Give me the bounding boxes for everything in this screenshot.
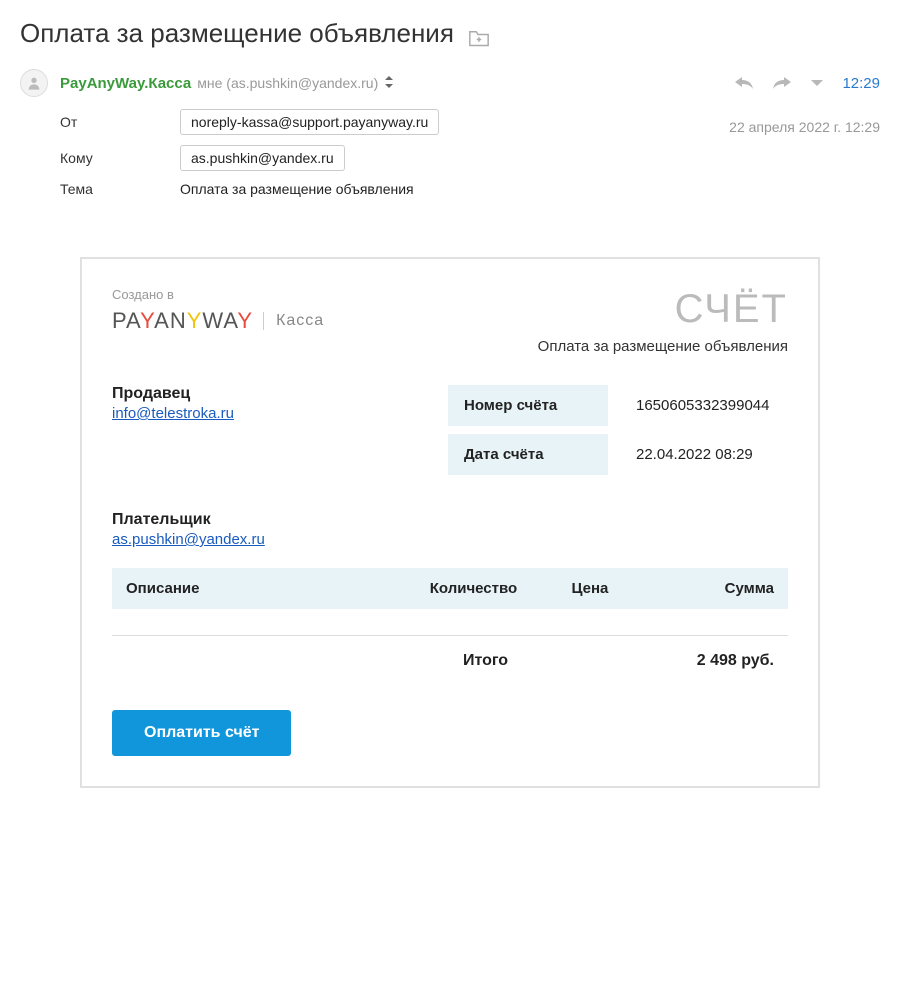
logo-text: PA: [112, 308, 140, 333]
created-in-label: Создано в: [112, 287, 324, 302]
pay-invoice-button[interactable]: Оплатить счёт: [112, 710, 291, 756]
time-label: 12:29: [842, 75, 880, 92]
invoice-subtitle: Оплата за размещение объявления: [538, 338, 788, 355]
logo-text: AN: [154, 308, 187, 333]
logo-text: Y: [140, 308, 154, 333]
col-price: Цена: [572, 580, 673, 597]
add-to-folder-icon[interactable]: [468, 24, 490, 44]
sender-name[interactable]: PayAnyWay.Касса: [60, 75, 191, 92]
full-date: 22 апреля 2022 г. 12:29: [729, 119, 880, 135]
payer-email-link[interactable]: as.pushkin@yandex.ru: [112, 531, 265, 548]
col-sum: Сумма: [673, 580, 774, 597]
logo-text: WA: [202, 308, 237, 333]
invoice-meta-table: Номер счёта 1650605332399044 Дата счёта …: [448, 385, 788, 475]
invoice-date-value: 22.04.2022 08:29: [608, 430, 788, 475]
total-label: Итого: [463, 652, 508, 670]
seller-email-link[interactable]: info@telestroka.ru: [112, 405, 234, 422]
forward-icon[interactable]: [772, 74, 792, 93]
collapse-toggle-icon[interactable]: [384, 76, 394, 91]
logo-text: Y: [237, 308, 253, 333]
items-header-row: Описание Количество Цена Сумма: [112, 568, 788, 609]
page-title: Оплата за размещение объявления: [20, 18, 454, 49]
more-actions-icon[interactable]: [810, 75, 824, 91]
col-quantity: Количество: [430, 580, 572, 597]
col-description: Описание: [126, 580, 430, 597]
from-value[interactable]: noreply-kassa@support.payanyway.ru: [180, 109, 439, 135]
reply-icon[interactable]: [734, 74, 754, 93]
avatar: [20, 69, 48, 97]
to-value[interactable]: as.pushkin@yandex.ru: [180, 145, 345, 171]
invoice-card: Создано в PAYANYWAY Касса СЧЁТ Оплата за…: [80, 257, 820, 788]
logo-text: Y: [187, 308, 203, 333]
invoice-title: СЧЁТ: [538, 287, 788, 332]
invoice-number-label: Номер счёта: [448, 385, 608, 430]
logo-sub: Касса: [263, 312, 324, 330]
seller-label: Продавец: [112, 385, 234, 403]
invoice-number-value: 1650605332399044: [608, 385, 788, 430]
subject-value: Оплата за размещение объявления: [180, 181, 414, 197]
total-value: 2 498 руб.: [697, 652, 774, 670]
to-label: Кому: [60, 150, 180, 166]
payer-label: Плательщик: [112, 511, 788, 529]
from-label: От: [60, 114, 180, 130]
recipient-summary: мне (as.pushkin@yandex.ru): [197, 75, 378, 91]
subject-label: Тема: [60, 181, 180, 197]
payanyway-logo: PAYANYWAY Касса: [112, 308, 324, 334]
invoice-date-label: Дата счёта: [448, 430, 608, 475]
